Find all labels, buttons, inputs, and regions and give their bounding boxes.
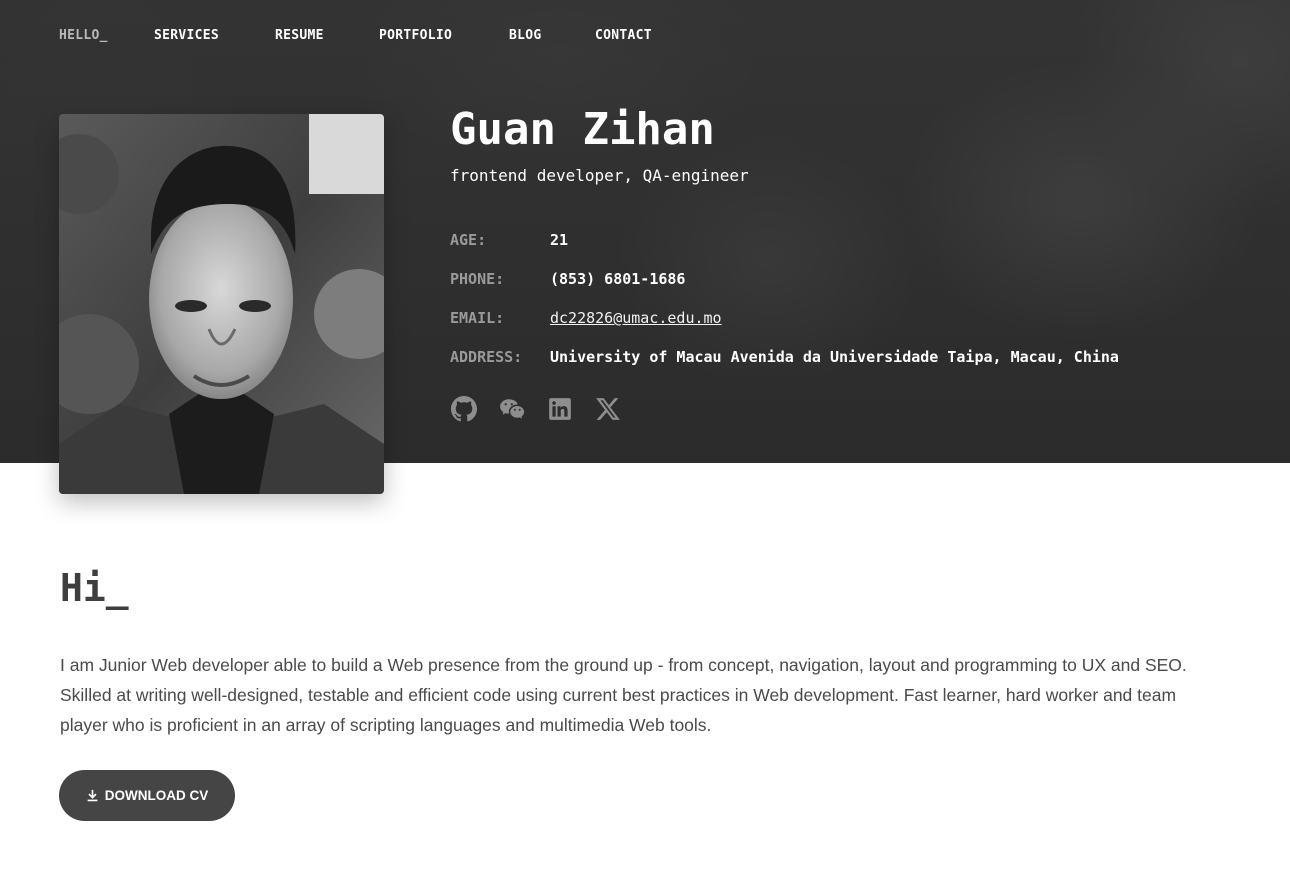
intro-bio: I am Junior Web developer able to build …: [60, 655, 1187, 735]
nav-item-blog[interactable]: BLOG: [509, 28, 542, 43]
email-link[interactable]: dc22826@umac.edu.mo: [550, 309, 722, 327]
x-twitter-icon[interactable]: [594, 395, 621, 422]
profile-name: Guan Zihan: [450, 104, 715, 155]
info-label-address: ADDRESS:: [450, 348, 523, 366]
download-cv-label: DOWNLOAD CV: [104, 788, 209, 803]
info-label-phone: PHONE:: [450, 270, 505, 288]
nav-item-services[interactable]: SERVICES: [154, 28, 219, 43]
nav-item-resume[interactable]: RESUME: [275, 28, 324, 43]
linkedin-icon[interactable]: [546, 395, 573, 422]
info-value-phone: (853) 6801-1686: [550, 270, 686, 288]
profile-photo: [59, 114, 384, 494]
github-icon[interactable]: [450, 395, 477, 422]
info-label-age: AGE:: [450, 231, 487, 249]
profile-photo-image: [59, 114, 384, 494]
profile-role: frontend developer, QA-engineer: [450, 166, 749, 185]
download-cv-button[interactable]: DOWNLOAD CV: [59, 770, 235, 821]
info-label-email: EMAIL:: [450, 309, 505, 327]
social-links: [450, 395, 642, 422]
info-row-age: AGE: 21: [450, 229, 568, 251]
wechat-icon[interactable]: [498, 395, 525, 422]
nav-item-hello[interactable]: HELLO_: [59, 28, 108, 43]
info-row-address: ADDRESS: University of Macau Avenida da …: [450, 346, 1119, 368]
info-row-email: EMAIL: dc22826@umac.edu.mo: [450, 307, 722, 329]
nav-item-portfolio[interactable]: PORTFOLIO: [379, 28, 452, 43]
nav-item-contact[interactable]: CONTACT: [595, 28, 652, 43]
info-value-address: University of Macau Avenida da Universid…: [550, 348, 1119, 366]
info-row-phone: PHONE: (853) 6801-1686: [450, 268, 685, 290]
info-value-age: 21: [550, 231, 569, 249]
intro-heading: Hi_: [60, 566, 129, 610]
download-icon: [87, 789, 98, 802]
